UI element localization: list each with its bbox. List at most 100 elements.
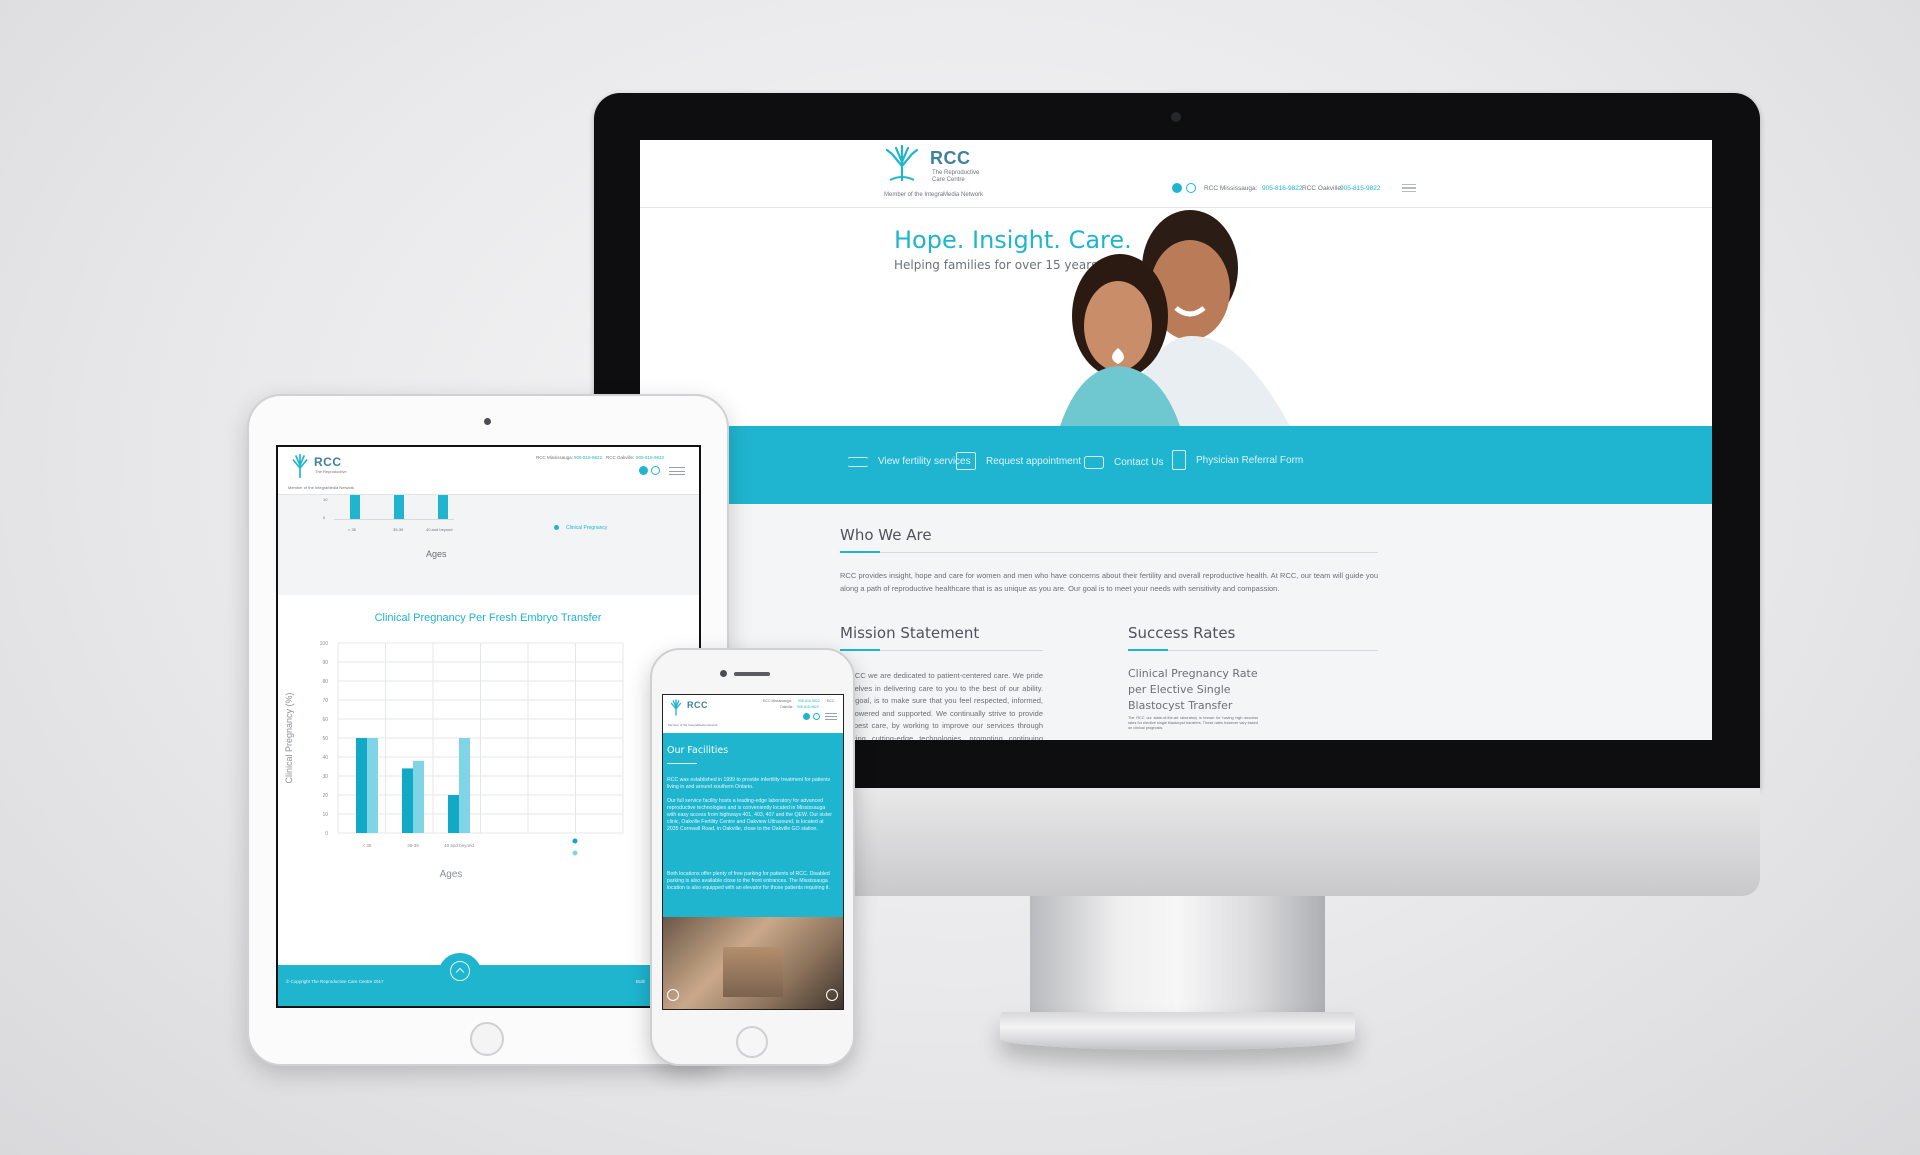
y-tick: 90 — [322, 660, 328, 666]
y-tick: 0 — [325, 831, 328, 837]
success-rate-line-3: Blastocyst Transfer — [1128, 699, 1233, 712]
contact-oakville-phone[interactable]: 905-815-9822 — [636, 455, 664, 460]
facilities-p3: Both locations offer plenty of free park… — [667, 871, 830, 891]
hamburger-menu-icon[interactable] — [1402, 184, 1416, 192]
instagram-icon[interactable] — [651, 466, 660, 475]
site-footer: © Copyright The Reproductive Care Centre… — [278, 953, 699, 1006]
facilities-section: Our Facilities RCC was established in 19… — [663, 733, 843, 917]
y-tick: 10 — [322, 812, 328, 818]
contact-oakville-phone[interactable]: 905-815-9822 — [1340, 185, 1380, 192]
chevron-left-icon[interactable] — [667, 989, 679, 1001]
age-chart-partial: 10 0 < 35 35-39 40 and beyond Clinical P… — [278, 495, 699, 595]
contact-oakville-label: RCC Oakville: — [606, 455, 635, 460]
logo-text: RCC — [930, 148, 971, 168]
x-tick: < 35 — [348, 527, 356, 532]
accent-rule — [840, 551, 880, 553]
nav-view-fertility-services[interactable]: View fertility services — [848, 456, 971, 467]
scroll-top-button[interactable] — [438, 953, 482, 997]
facility-photo — [663, 917, 843, 1009]
y-tick: 60 — [322, 717, 328, 723]
bar — [413, 760, 424, 833]
bar — [350, 495, 360, 519]
y-tick: 50 — [322, 736, 328, 742]
mission-title: Mission Statement — [840, 624, 980, 642]
network-tagline: Member of the IntegraMedia Network — [288, 485, 355, 490]
home-button[interactable] — [470, 1022, 504, 1056]
nav-physician-referral-form[interactable]: Physician Referral Form — [1172, 450, 1303, 470]
chevron-right-icon[interactable] — [826, 989, 838, 1001]
who-we-are-title: Who We Are — [840, 526, 932, 544]
hero-couple-photo — [1060, 210, 1290, 426]
logo-subtitle-1: The Reproductive — [315, 469, 347, 474]
bar — [448, 795, 459, 833]
nav-label: Physician Referral Form — [1196, 454, 1304, 466]
tree-logo-icon[interactable] — [288, 453, 312, 479]
legend-swatch — [572, 838, 578, 844]
facebook-icon[interactable] — [639, 466, 648, 475]
camera-icon — [1171, 112, 1181, 122]
y-axis-label: Clinical Pregnancy (%) — [284, 692, 294, 783]
pregnancy-chart: Clinical Pregnancy Per Fresh Embryo Tran… — [278, 595, 699, 963]
mission-body: At RCC we are dedicated to patient-cente… — [840, 671, 1043, 740]
bar — [459, 738, 470, 833]
hamburger-menu-icon[interactable] — [669, 467, 685, 475]
contact-mississauga-phone[interactable]: 905-816-9822 — [798, 699, 820, 703]
divider — [840, 552, 1378, 553]
imac-foot — [1000, 1012, 1355, 1050]
y-tick: 80 — [322, 679, 328, 685]
bar — [438, 495, 448, 519]
chart-svg: Clinical Pregnancy Per Fresh Embryo Tran… — [284, 612, 624, 880]
nav-contact-us[interactable]: Contact Us — [1084, 456, 1163, 469]
y-tick: 100 — [320, 641, 329, 647]
camera-icon — [720, 670, 727, 677]
hamburger-menu-icon[interactable] — [825, 713, 837, 720]
site-header: RCC The Reproductive Care Centre Member … — [640, 140, 1712, 208]
contact-mississauga-label: RCC Mississauga: — [763, 699, 792, 703]
network-tagline: Member of the IntegraMedia Network — [668, 723, 718, 727]
site-header: RCC The Reproductive Member of the Integ… — [278, 447, 699, 495]
legend-swatch — [554, 525, 559, 530]
tree-logo-icon[interactable] — [668, 699, 684, 716]
contact-oakville-phone[interactable]: 905-815-9822 — [797, 705, 819, 709]
facebook-icon[interactable] — [803, 713, 810, 720]
chat-icon — [1084, 456, 1104, 469]
legend-label: Clinical Pregnancy — [566, 525, 608, 531]
section-title: Our Facilities — [667, 745, 729, 756]
imac-stand — [1030, 896, 1325, 1016]
copyright: © Copyright The Reproductive Care Centre… — [286, 979, 384, 984]
contact-mississauga-phone[interactable]: 905-816-9822 — [574, 455, 602, 460]
camera-icon — [484, 418, 491, 425]
speaker-grille — [734, 672, 770, 676]
contact-mississauga-phone[interactable]: 905-816-9822 — [1262, 185, 1302, 192]
bar — [394, 495, 404, 519]
accent-rule — [667, 763, 697, 764]
logo-text: RCC — [314, 455, 342, 469]
contact-oakville-label: RCC — [827, 699, 835, 703]
calendar-icon — [956, 452, 976, 470]
success-rate-note: The RCC our state-of-the-art laboratory … — [1128, 716, 1258, 730]
mobile-site: RCC Member of the IntegraMedia Network R… — [662, 694, 844, 1010]
instagram-icon[interactable] — [1186, 183, 1196, 193]
facebook-icon[interactable] — [1172, 183, 1182, 193]
x-tick: 40 and beyond — [444, 843, 474, 848]
home-button[interactable] — [736, 1026, 768, 1058]
logo-subtitle-2: Care Centre — [932, 177, 965, 183]
contact-oakville-label-2: Oakville: — [780, 705, 794, 709]
tree-logo-icon[interactable] — [884, 144, 920, 182]
accent-rule — [1128, 649, 1168, 651]
quick-links-band: View fertility services Request appointm… — [640, 426, 1712, 504]
logo-text: RCC — [687, 700, 708, 710]
chart-title: Clinical Pregnancy Per Fresh Embryo Tran… — [375, 612, 602, 624]
nav-label: Request appointment — [986, 455, 1082, 467]
x-tick: < 35 — [363, 843, 372, 848]
y-tick: 40 — [322, 755, 328, 761]
nav-label: Contact Us — [1114, 457, 1164, 468]
hero: Hope. Insight. Care. Helping families fo… — [640, 208, 1712, 426]
contact-mississauga-label: RCC Mississauga: — [536, 455, 574, 460]
x-axis — [334, 519, 454, 520]
instagram-icon[interactable] — [813, 713, 820, 720]
nav-request-appointment[interactable]: Request appointment — [956, 452, 1081, 470]
legend-swatch — [572, 850, 578, 856]
success-rates-title: Success Rates — [1128, 624, 1236, 642]
list-icon — [848, 456, 868, 467]
